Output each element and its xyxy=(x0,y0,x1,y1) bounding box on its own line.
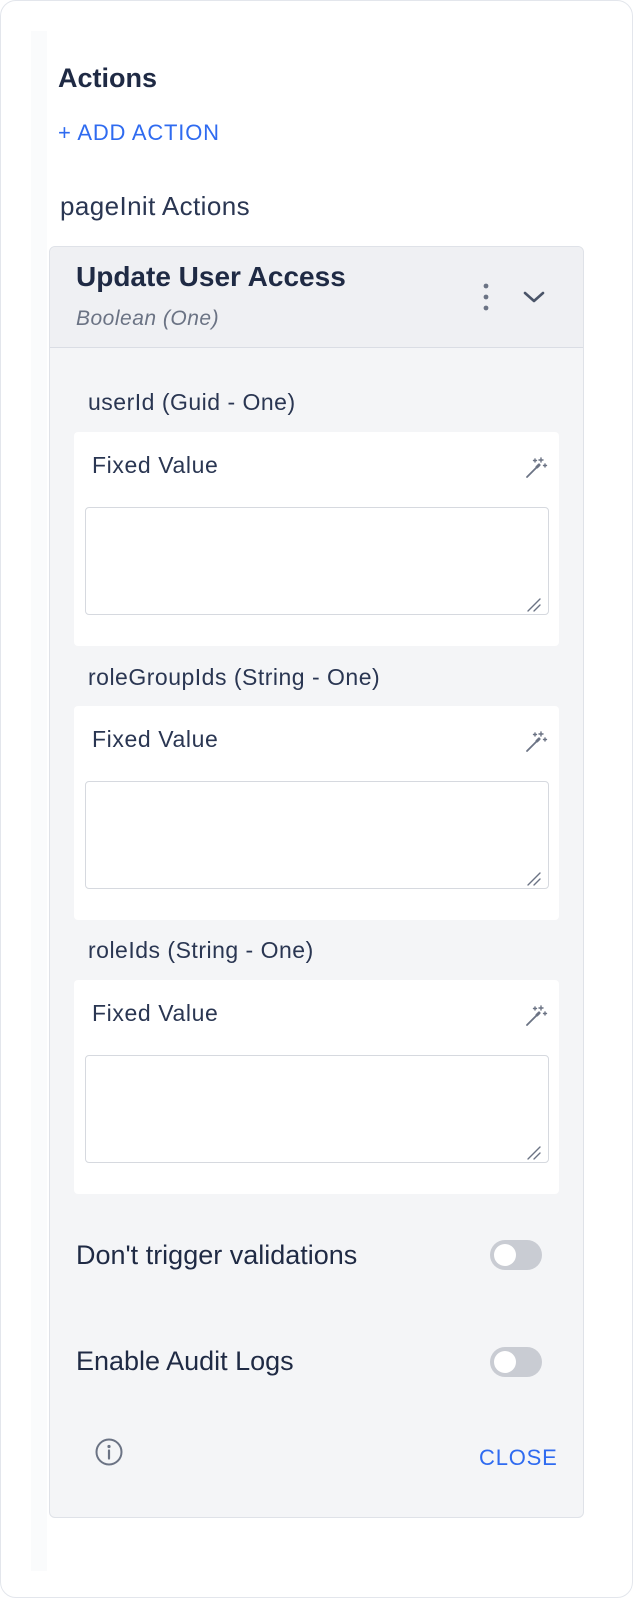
close-button[interactable]: CLOSE xyxy=(479,1445,558,1471)
rolegroupids-value-field[interactable] xyxy=(85,781,549,889)
action-card-header[interactable]: Update User Access Boolean (One) xyxy=(50,247,583,348)
param-box-rolegroupids: Fixed Value xyxy=(74,706,559,920)
fixed-value-label: Fixed Value xyxy=(92,1000,219,1026)
param-box-roleids: Fixed Value xyxy=(74,980,559,1194)
toggle-knob xyxy=(494,1244,516,1266)
add-action-button[interactable]: + ADD ACTION xyxy=(58,120,220,146)
param-label-roleids: roleIds (String - One) xyxy=(88,937,314,963)
magic-wand-icon[interactable] xyxy=(524,1004,548,1028)
param-label-rolegroupids: roleGroupIds (String - One) xyxy=(88,664,381,690)
kebab-menu-icon[interactable] xyxy=(474,281,498,313)
action-title: Update User Access xyxy=(76,261,346,292)
roleids-value-field[interactable] xyxy=(85,1055,549,1163)
toggle-knob xyxy=(494,1351,516,1373)
action-card: Update User Access Boolean (One) userId … xyxy=(49,246,584,1518)
fixed-value-label: Fixed Value xyxy=(92,452,219,478)
panel-edge xyxy=(31,31,47,1571)
info-icon[interactable] xyxy=(94,1437,124,1467)
param-label-userid: userId (Guid - One) xyxy=(88,389,296,415)
enable-audit-logs-toggle[interactable] xyxy=(490,1347,542,1377)
dont-trigger-validations-toggle[interactable] xyxy=(490,1240,542,1270)
action-group-title: pageInit Actions xyxy=(60,191,250,221)
magic-wand-icon[interactable] xyxy=(524,456,548,480)
enable-audit-logs-label: Enable Audit Logs xyxy=(76,1346,294,1376)
param-box-userid: Fixed Value xyxy=(74,432,559,646)
actions-panel: Actions + ADD ACTION pageInit Actions Up… xyxy=(0,0,633,1598)
action-return-type: Boolean (One) xyxy=(76,307,220,330)
chevron-down-icon[interactable] xyxy=(520,283,548,311)
dont-trigger-validations-label: Don't trigger validations xyxy=(76,1240,358,1270)
fixed-value-label: Fixed Value xyxy=(92,726,219,752)
userid-value-field[interactable] xyxy=(85,507,549,615)
magic-wand-icon[interactable] xyxy=(524,730,548,754)
section-title: Actions xyxy=(58,63,158,93)
